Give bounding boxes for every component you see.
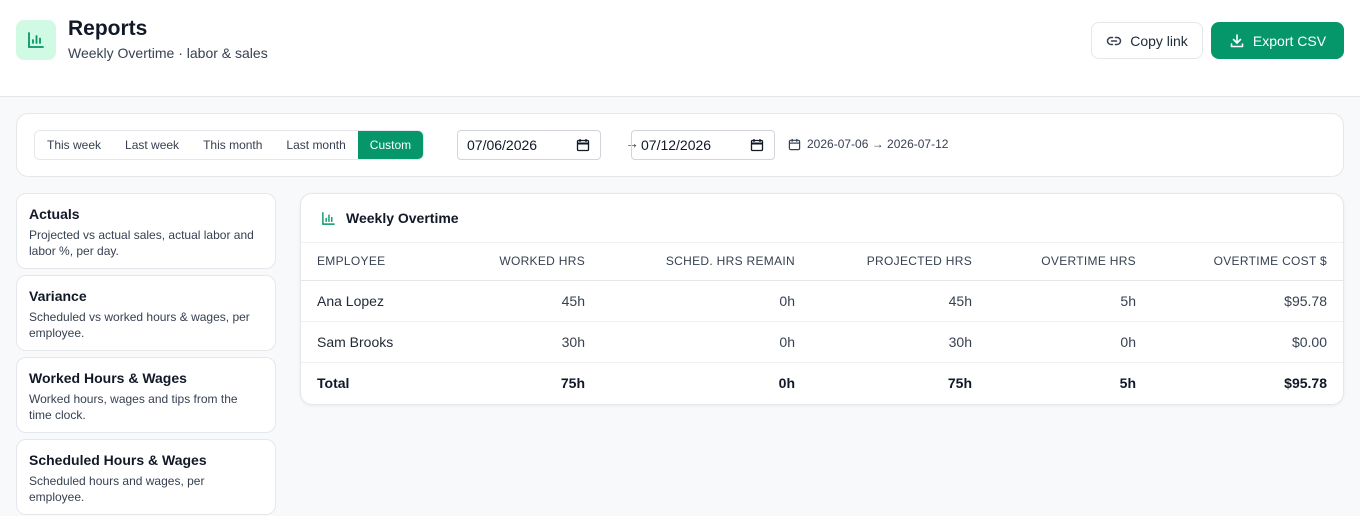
column-header-overtime-cost[interactable]: OVERTIME COST $	[1136, 243, 1343, 281]
start-date-input[interactable]: 07/06/2026	[457, 130, 601, 160]
range-this-week[interactable]: This week	[35, 131, 114, 159]
report-item-name: Variance	[29, 288, 87, 304]
range-last-week[interactable]: Last week	[113, 131, 192, 159]
cell-overtime-cost: $0.00	[1136, 321, 1343, 363]
report-item-name: Scheduled Hours & Wages	[29, 452, 207, 468]
page-header: Reports Weekly Overtime · labor & sales …	[0, 0, 1360, 97]
report-item-name: Actuals	[29, 206, 80, 222]
cell-overtime-cost: $95.78	[1136, 280, 1343, 322]
range-this-month[interactable]: This month	[191, 131, 275, 159]
total-label: Total	[301, 361, 481, 403]
cell-worked-hrs: 45h	[481, 280, 585, 322]
overtime-table: EMPLOYEE WORKED HRS SCHED. HRS REMAIN PR…	[301, 243, 1343, 403]
cell-overtime-hrs: 5h	[972, 280, 1136, 322]
download-icon	[1230, 33, 1244, 47]
report-item-scheduled-hours-wages[interactable]: Scheduled Hours & Wages Scheduled hours …	[16, 439, 276, 515]
table-row: Sam Brooks 30h 0h 30h 0h $0.00	[301, 321, 1343, 363]
report-item-description: Worked hours, wages and tips from the ti…	[29, 392, 238, 422]
column-header-worked-hrs[interactable]: WORKED HRS	[481, 243, 585, 281]
calendar-icon[interactable]	[750, 138, 764, 152]
report-table-header: Weekly Overtime	[301, 194, 1343, 243]
cell-projected-hrs: 45h	[795, 280, 972, 322]
date-range-summary: 2026-07-06 → 2026-07-12	[788, 137, 948, 151]
export-csv-button[interactable]: Export CSV	[1211, 22, 1344, 59]
report-table-card: Weekly Overtime EMPLOYEE WORKED HRS SCHE…	[300, 193, 1344, 405]
calendar-icon[interactable]	[576, 138, 590, 152]
column-header-overtime-hrs[interactable]: OVERTIME HRS	[972, 243, 1136, 281]
page-title: Reports	[68, 17, 148, 40]
report-item-description: Scheduled vs worked hours & wages, per e…	[29, 310, 250, 340]
column-header-employee[interactable]: EMPLOYEE	[301, 243, 481, 281]
calendar-icon	[788, 138, 801, 150]
report-item-description: Projected vs actual sales, actual labor …	[29, 228, 254, 258]
start-date-value: 07/06/2026	[467, 137, 538, 153]
bar-chart-icon	[322, 211, 335, 225]
report-item-actuals[interactable]: Actuals Projected vs actual sales, actua…	[16, 193, 276, 269]
export-csv-label: Export CSV	[1252, 32, 1327, 49]
cell-worked-hrs: 30h	[481, 321, 585, 363]
cell-overtime-hrs: 0h	[972, 321, 1136, 363]
copy-link-label: Copy link	[1130, 32, 1188, 49]
date-filter-bar: This week Last week This month Last mont…	[16, 113, 1344, 177]
end-date-input[interactable]: 07/12/2026	[631, 130, 775, 160]
page-subtitle: Weekly Overtime · labor & sales	[68, 45, 268, 61]
table-row: Ana Lopez 45h 0h 45h 5h $95.78	[301, 280, 1343, 322]
cell-sched-hrs-remain: 0h	[585, 280, 795, 322]
range-custom[interactable]: Custom	[357, 131, 424, 159]
copy-link-button[interactable]: Copy link	[1091, 22, 1203, 59]
report-item-name: Worked Hours & Wages	[29, 370, 187, 386]
link-icon	[1106, 36, 1122, 45]
report-list: Actuals Projected vs actual sales, actua…	[16, 193, 276, 516]
report-item-description: Scheduled hours and wages, per employee.	[29, 474, 205, 504]
report-table-title: Weekly Overtime	[346, 210, 459, 226]
total-overtime-hrs: 5h	[972, 361, 1136, 403]
total-worked-hrs: 75h	[481, 361, 585, 403]
table-header-row: EMPLOYEE WORKED HRS SCHED. HRS REMAIN PR…	[301, 243, 1343, 281]
cell-employee: Sam Brooks	[301, 321, 481, 363]
total-projected-hrs: 75h	[795, 361, 972, 403]
date-range-summary-text: 2026-07-06 → 2026-07-12	[807, 137, 949, 151]
range-last-month[interactable]: Last month	[274, 131, 358, 159]
end-date-value: 07/12/2026	[641, 137, 712, 153]
total-overtime-cost: $95.78	[1136, 361, 1343, 403]
table-total-row: Total 75h 0h 75h 5h $95.78	[301, 361, 1343, 403]
total-sched-hrs-remain: 0h	[585, 361, 795, 403]
cell-projected-hrs: 30h	[795, 321, 972, 363]
column-header-projected-hrs[interactable]: PROJECTED HRS	[795, 243, 972, 281]
bar-chart-icon	[16, 20, 56, 60]
date-range-presets: This week Last week This month Last mont…	[34, 130, 425, 160]
cell-employee: Ana Lopez	[301, 280, 481, 322]
report-item-worked-hours-wages[interactable]: Worked Hours & Wages Worked hours, wages…	[16, 357, 276, 433]
report-item-variance[interactable]: Variance Scheduled vs worked hours & wag…	[16, 275, 276, 351]
cell-sched-hrs-remain: 0h	[585, 321, 795, 363]
column-header-sched-hrs-remain[interactable]: SCHED. HRS REMAIN	[585, 243, 795, 281]
